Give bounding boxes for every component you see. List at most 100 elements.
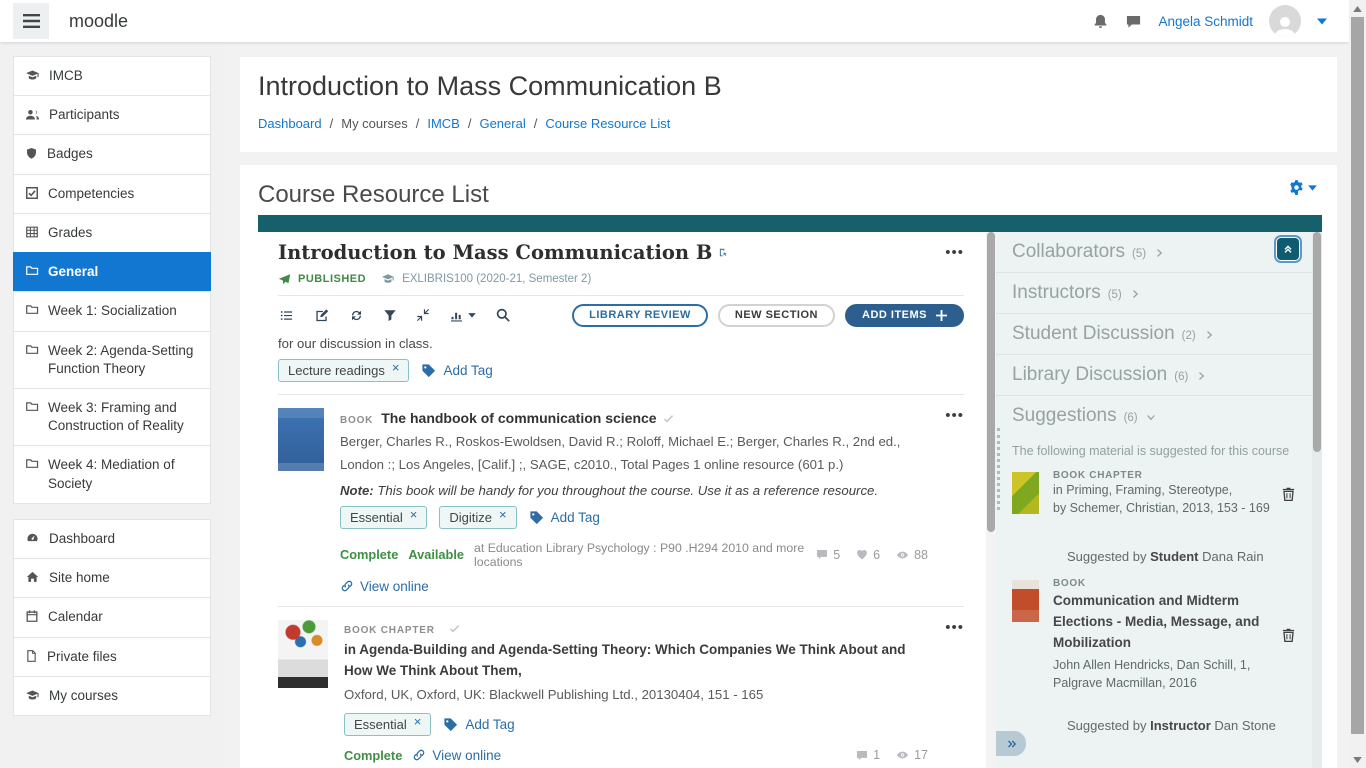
trash-icon[interactable]: [1281, 470, 1296, 517]
remove-tag-icon[interactable]: ×: [410, 508, 418, 521]
hamburger-menu-button[interactable]: [13, 3, 49, 39]
item-type: BOOK CHAPTER: [344, 625, 435, 636]
item-title[interactable]: The handbook of communication science: [381, 408, 656, 429]
messages-chat-icon[interactable]: [1125, 13, 1142, 30]
item-overflow-menu[interactable]: •••: [945, 407, 964, 424]
list-overflow-menu[interactable]: •••: [945, 245, 964, 260]
remove-tag-icon[interactable]: ×: [499, 508, 507, 521]
sidebar-item-site-home[interactable]: Site home: [13, 558, 211, 598]
citation-item-2[interactable]: BOOK CHAPTER in Agenda-Building and Agen…: [278, 607, 964, 768]
add-tag-button[interactable]: Add Tag: [529, 510, 600, 525]
breadcrumb-course-resource-list[interactable]: Course Resource List: [545, 116, 670, 131]
analytics-icon[interactable]: [449, 307, 476, 323]
breadcrumb-imcb[interactable]: IMCB: [427, 116, 460, 131]
sidebar-item-imcb[interactable]: IMCB: [13, 56, 211, 96]
refresh-icon[interactable]: [349, 308, 364, 323]
panel-section-collaborators[interactable]: Collaborators (5): [996, 232, 1312, 273]
view-online-link[interactable]: View online: [412, 748, 501, 763]
users-icon: [25, 107, 40, 122]
panel-section-library-discussion[interactable]: Library Discussion (6): [996, 355, 1312, 396]
panel-scrollbar: [1312, 232, 1322, 768]
comments-count[interactable]: 1: [855, 748, 880, 762]
view-online-link[interactable]: View online: [340, 579, 429, 594]
panel-section-suggestions[interactable]: Suggestions (6): [996, 396, 1312, 436]
chevron-right-icon: [1153, 247, 1165, 259]
list-info-icon[interactable]: [718, 247, 728, 258]
shield-icon: [25, 146, 38, 161]
sidebar-item-week1[interactable]: Week 1: Socialization: [13, 291, 211, 331]
item-overflow-menu[interactable]: •••: [945, 619, 964, 636]
site-brand[interactable]: moodle: [69, 11, 128, 32]
sidebar-item-participants[interactable]: Participants: [13, 95, 211, 135]
breadcrumb-separator: /: [330, 116, 334, 131]
link-icon: [412, 748, 426, 762]
note-text: This book will be handy for you througho…: [377, 483, 878, 498]
citation-item-1[interactable]: BOOK The handbook of communication scien…: [278, 395, 964, 606]
scroll-up-arrow[interactable]: [1349, 0, 1366, 17]
suggested-prefix: Suggested by: [1067, 549, 1150, 564]
course-resource-list-card: Course Resource List Introduction to Mas…: [240, 165, 1337, 768]
view-list-icon[interactable]: [278, 308, 295, 323]
panel-section-label: Student Discussion: [1012, 323, 1175, 345]
sidebar-item-label: Calendar: [48, 608, 103, 626]
item-tag-chip: Essential×: [340, 506, 427, 529]
settings-menu[interactable]: [1288, 179, 1317, 196]
suggestion-item-2[interactable]: BOOK Communication and Midterm Elections…: [996, 568, 1312, 692]
add-tag-button[interactable]: Add Tag: [443, 717, 514, 732]
user-menu-caret-icon[interactable]: [1317, 17, 1327, 25]
breadcrumb-dashboard[interactable]: Dashboard: [258, 116, 322, 131]
sidebar-item-label: Competencies: [48, 185, 134, 203]
trash-icon[interactable]: [1281, 578, 1296, 692]
add-tag-button[interactable]: Add Tag: [421, 363, 492, 378]
panel-expand-button[interactable]: [996, 731, 1026, 756]
sidebar-item-competencies[interactable]: Competencies: [13, 174, 211, 214]
edit-list-icon[interactable]: [314, 308, 330, 323]
remove-tag-icon[interactable]: ×: [414, 715, 422, 728]
views-count: 17: [895, 748, 928, 762]
suggestion-item-1[interactable]: BOOK CHAPTER in Priming, Framing, Stereo…: [996, 460, 1312, 517]
library-review-button[interactable]: LIBRARY REVIEW: [572, 304, 708, 327]
filter-icon[interactable]: [383, 308, 397, 322]
sidebar-item-grades[interactable]: Grades: [13, 213, 211, 253]
tachometer-icon: [25, 531, 40, 545]
folder-icon: [25, 457, 39, 470]
panel-section-instructors[interactable]: Instructors (5): [996, 273, 1312, 314]
likes-count[interactable]: 6: [855, 548, 880, 562]
notifications-bell-icon[interactable]: [1092, 13, 1109, 30]
list-scrollbar: [986, 232, 996, 768]
heart-icon: [855, 548, 869, 561]
book-cover-thumbnail: [278, 408, 324, 471]
browser-scrollbar-thumb[interactable]: [1351, 17, 1364, 734]
sidebar-item-week2[interactable]: Week 2: Agenda-Setting Function Theory: [13, 331, 211, 389]
panel-collapse-button[interactable]: [1276, 237, 1300, 261]
sidebar-item-week3[interactable]: Week 3: Framing and Construction of Real…: [13, 388, 211, 446]
comments-count[interactable]: 5: [815, 548, 840, 562]
sidebar-item-my-courses[interactable]: My courses: [13, 676, 211, 716]
moodle-page: moodle Angela Schmidt IMCB: [0, 0, 1366, 768]
sidebar-item-dashboard[interactable]: Dashboard: [13, 519, 211, 559]
search-icon[interactable]: [495, 307, 511, 323]
sidebar-item-private-files[interactable]: Private files: [13, 637, 211, 677]
sidebar-item-week4[interactable]: Week 4: Mediation of Society: [13, 445, 211, 503]
plus-icon: [936, 310, 947, 321]
panel-scrollbar-thumb[interactable]: [1313, 232, 1321, 452]
panel-resize-handle[interactable]: [997, 428, 1000, 510]
compress-icon[interactable]: [416, 308, 430, 322]
chevron-right-icon: [1129, 288, 1141, 300]
remove-tag-icon[interactable]: ×: [392, 361, 400, 374]
scroll-down-arrow[interactable]: [1349, 751, 1366, 768]
sidebar-item-badges[interactable]: Badges: [13, 134, 211, 174]
user-name-link[interactable]: Angela Schmidt: [1158, 14, 1253, 29]
new-section-button[interactable]: NEW SECTION: [718, 304, 835, 327]
list-scrollbar-thumb[interactable]: [987, 232, 995, 532]
breadcrumb-general[interactable]: General: [479, 116, 525, 131]
add-items-button[interactable]: ADD ITEMS: [845, 304, 964, 327]
sidebar-item-label: Week 4: Mediation of Society: [48, 456, 199, 492]
chapter-title[interactable]: in Agenda-Building and Agenda-Setting Th…: [344, 640, 928, 682]
leganto-header-bar: [258, 215, 1322, 232]
panel-section-student-discussion[interactable]: Student Discussion (2): [996, 314, 1312, 355]
suggestion-title[interactable]: Communication and Midterm Elections - Me…: [1053, 591, 1273, 654]
user-avatar[interactable]: [1269, 5, 1301, 37]
sidebar-item-calendar[interactable]: Calendar: [13, 597, 211, 637]
sidebar-item-general[interactable]: General: [13, 252, 211, 292]
